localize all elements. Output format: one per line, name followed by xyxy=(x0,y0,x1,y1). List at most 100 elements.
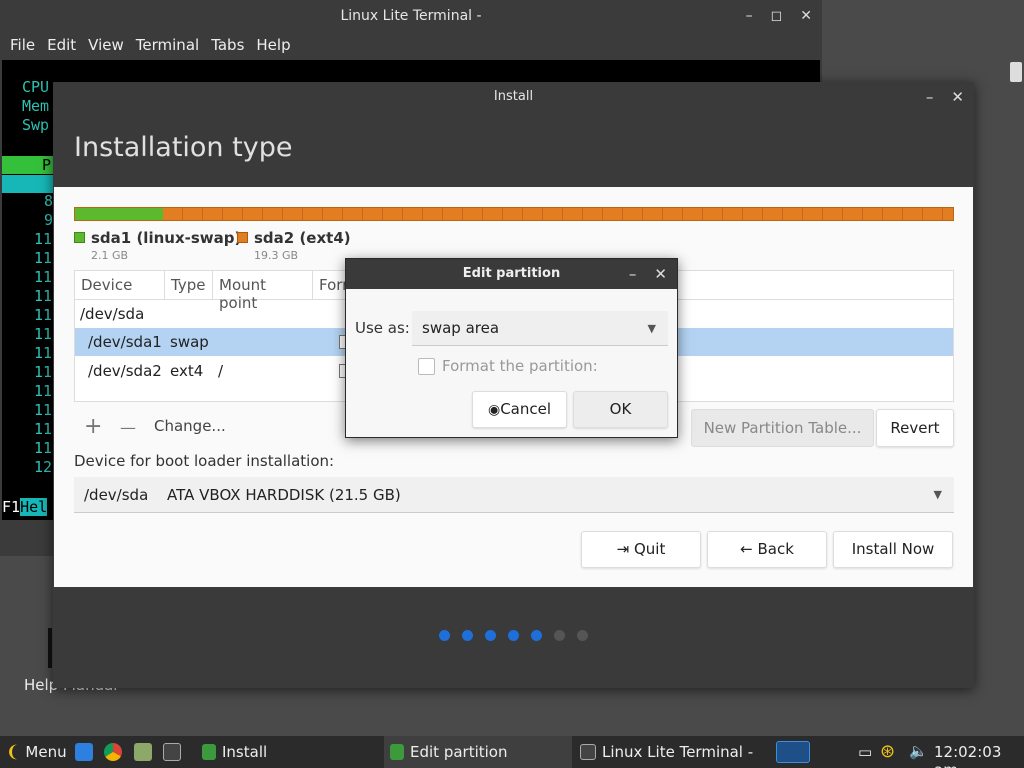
back-button[interactable]: ← Back xyxy=(707,531,827,568)
menu-terminal[interactable]: Terminal xyxy=(130,32,205,60)
screen-icon[interactable]: ▭ xyxy=(858,743,872,761)
dialog-titlebar: Edit partition – ✕ xyxy=(346,259,677,289)
quit-icon: ⇥ xyxy=(616,540,630,558)
dropdown-arrow-icon: ▼ xyxy=(933,488,942,501)
new-partition-table-button[interactable]: New Partition Table... xyxy=(691,409,874,447)
terminal-row-number: 11 xyxy=(34,344,53,362)
menu-edit[interactable]: Edit xyxy=(41,32,82,60)
cancel-button[interactable]: ◉Cancel xyxy=(472,391,567,428)
terminal-selected-row xyxy=(2,175,54,193)
terminal-row-number: 11 xyxy=(34,230,53,248)
legend-sda2: sda2 (ext4) 19.3 GB xyxy=(237,229,351,262)
revert-button[interactable]: Revert xyxy=(876,409,954,447)
start-menu-button[interactable]: ❨ Menu xyxy=(6,736,67,768)
progress-dot xyxy=(531,630,542,641)
progress-dot xyxy=(508,630,519,641)
clock[interactable]: 12:02:03 am xyxy=(934,743,1024,768)
partition-bar xyxy=(74,207,954,221)
task-edit-partition[interactable]: Edit partition xyxy=(384,736,572,768)
progress-dot xyxy=(485,630,496,641)
close-icon[interactable]: ✕ xyxy=(654,259,667,289)
update-notifier-icon[interactable]: ⊛ xyxy=(880,741,895,762)
close-icon[interactable]: ✕ xyxy=(951,82,964,112)
f1-label[interactable]: Hel xyxy=(20,498,48,516)
minimize-icon[interactable]: – xyxy=(746,0,753,32)
terminal-line-mem: Mem xyxy=(22,97,50,115)
terminal-title: Linux Lite Terminal - xyxy=(340,8,482,24)
chrome-icon[interactable] xyxy=(104,743,122,761)
taskbar: ❨ Menu Install Edit partition Linux Lite… xyxy=(0,736,1024,768)
edit-partition-dialog: Edit partition – ✕ Use as: swap area ▼ F… xyxy=(345,258,678,438)
menu-help[interactable]: Help xyxy=(250,32,296,60)
add-icon[interactable]: + xyxy=(84,414,102,439)
linux-lite-logo-icon: ❨ xyxy=(6,742,20,761)
terminal-app-icon xyxy=(580,744,596,760)
terminal-row-number: 11 xyxy=(34,420,53,438)
remove-icon[interactable]: — xyxy=(120,418,136,437)
progress-dot xyxy=(554,630,565,641)
ok-button[interactable]: OK xyxy=(573,391,668,428)
legend-sda1-name: sda1 (linux-swap) xyxy=(91,229,242,247)
f1-key: F1 xyxy=(2,498,21,516)
terminal-row-number: 9 xyxy=(44,211,54,229)
terminal-row-number: 11 xyxy=(34,306,53,324)
terminal-line-cpu: CPU xyxy=(22,78,50,96)
task-install-label: Install xyxy=(222,743,268,761)
progress-dots xyxy=(439,630,588,641)
row-device: /dev/sda2 xyxy=(88,362,162,380)
terminal-fragment xyxy=(48,628,52,668)
minimize-icon[interactable]: – xyxy=(629,259,637,289)
menu-label: Menu xyxy=(25,743,67,761)
column-type[interactable]: Type xyxy=(165,271,213,299)
legend-sda2-name: sda2 (ext4) xyxy=(254,229,351,247)
partition-bar-sda1 xyxy=(75,208,163,220)
change-button[interactable]: Change... xyxy=(154,417,226,435)
terminal-menubar: File Edit View Terminal Tabs Help xyxy=(0,32,822,60)
menu-file[interactable]: File xyxy=(4,32,41,60)
quit-button[interactable]: ⇥ Quit xyxy=(581,531,701,568)
format-partition-option: Format the partition: xyxy=(418,357,598,375)
boot-device: /dev/sda xyxy=(84,486,149,504)
use-as-value: swap area xyxy=(422,319,500,337)
terminal-scrollbar[interactable] xyxy=(1010,62,1022,82)
progress-dot xyxy=(462,630,473,641)
dialog-title: Edit partition xyxy=(462,266,561,281)
row-type: swap xyxy=(170,333,209,351)
terminal-function-keys: F1Hel xyxy=(2,498,48,516)
terminal-launcher-icon[interactable] xyxy=(163,743,181,761)
terminal-row-number: 11 xyxy=(34,249,53,267)
workspace-switcher-icon[interactable] xyxy=(776,741,810,763)
desktop-icon[interactable] xyxy=(75,743,93,761)
maximize-icon[interactable]: ◻ xyxy=(771,0,783,32)
task-install[interactable]: Install xyxy=(196,736,273,768)
install-app-icon xyxy=(202,744,216,760)
row-type: ext4 xyxy=(170,362,204,380)
install-now-button[interactable]: Install Now xyxy=(833,531,953,568)
row-mount: / xyxy=(218,362,224,380)
task-terminal[interactable]: Linux Lite Terminal - xyxy=(574,736,759,768)
cancel-radio-icon: ◉ xyxy=(487,402,501,418)
boot-device-desc: ATA VBOX HARDDISK (21.5 GB) xyxy=(167,486,401,504)
column-device[interactable]: Device xyxy=(75,271,165,299)
row-device: /dev/sda1 xyxy=(88,333,162,351)
use-as-select[interactable]: swap area ▼ xyxy=(412,311,668,346)
terminal-row-number: 11 xyxy=(34,287,53,305)
format-checkbox[interactable] xyxy=(418,357,435,375)
column-mount-point[interactable]: Mount point xyxy=(213,271,313,312)
boot-loader-select[interactable]: /dev/sda ATA VBOX HARDDISK (21.5 GB) ▼ xyxy=(74,477,954,513)
row-device: /dev/sda xyxy=(80,305,145,323)
menu-tabs[interactable]: Tabs xyxy=(205,32,250,60)
volume-icon[interactable]: 🔈 xyxy=(909,742,928,760)
legend-sda1: sda1 (linux-swap) 2.1 GB xyxy=(74,229,241,262)
cancel-label: Cancel xyxy=(500,400,552,418)
menu-view[interactable]: View xyxy=(82,32,130,60)
close-icon[interactable]: ✕ xyxy=(800,0,812,32)
install-app-icon xyxy=(390,744,404,760)
minimize-icon[interactable]: – xyxy=(926,82,934,112)
terminal-row-number: 11 xyxy=(34,325,53,343)
legend-sda1-size: 2.1 GB xyxy=(91,249,129,262)
terminal-row-number: 11 xyxy=(34,382,53,400)
file-manager-icon[interactable] xyxy=(134,743,152,761)
task-terminal-label: Linux Lite Terminal - xyxy=(602,743,754,761)
swap-color-icon xyxy=(74,232,85,243)
